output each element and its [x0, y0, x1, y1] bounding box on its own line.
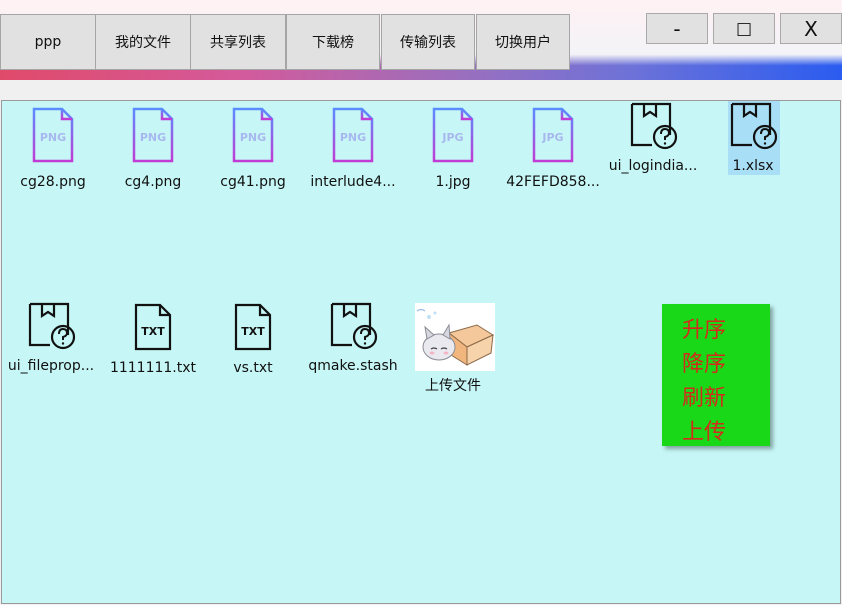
file-item[interactable]: qmake.stash — [306, 301, 400, 375]
svg-text:JPG: JPG — [541, 131, 563, 144]
file-name: cg28.png — [20, 174, 86, 190]
file-item-selected[interactable]: 1.xlsx — [706, 101, 800, 175]
minimize-button[interactable]: - — [646, 13, 708, 44]
maximize-button[interactable]: □ — [713, 13, 775, 44]
jpg-file-icon: JPG — [506, 105, 600, 169]
jpg-file-icon: JPG — [406, 105, 500, 169]
file-name: ui_fileprop... — [7, 358, 95, 374]
svg-text:PNG: PNG — [40, 131, 66, 144]
file-item[interactable]: PNG interlude4... — [306, 105, 400, 191]
svg-text:PNG: PNG — [240, 131, 266, 144]
txt-file-icon: TXT — [106, 301, 200, 355]
unknown-file-icon — [306, 301, 400, 353]
shared-list-button[interactable]: 共享列表 — [190, 14, 286, 70]
png-file-icon: PNG — [206, 105, 300, 169]
svg-text:JPG: JPG — [441, 131, 463, 144]
upload-thumbnail-image[interactable] — [415, 303, 495, 371]
file-name: 42FEFD858... — [506, 174, 600, 190]
unknown-file-icon — [4, 301, 98, 353]
upload-option[interactable]: 上传 — [682, 414, 726, 446]
file-name: interlude4... — [310, 174, 396, 190]
close-button[interactable]: X — [780, 13, 842, 44]
refresh-option[interactable]: 刷新 — [682, 380, 726, 412]
file-name: cg4.png — [124, 174, 182, 190]
txt-file-icon: TXT — [206, 301, 300, 355]
file-item[interactable]: TXT 1111111.txt — [106, 301, 200, 377]
svg-text:PNG: PNG — [140, 131, 166, 144]
file-item[interactable]: ui_logindia... — [606, 101, 700, 175]
download-rank-button[interactable]: 下载榜 — [286, 14, 380, 70]
svg-text:TXT: TXT — [241, 325, 265, 338]
file-item[interactable]: JPG 42FEFD858... — [506, 105, 600, 191]
file-item[interactable]: PNG cg41.png — [206, 105, 300, 191]
unknown-file-icon — [606, 101, 700, 153]
my-files-button[interactable]: 我的文件 — [95, 14, 191, 70]
sort-context-menu: 升序 降序 刷新 上传 — [662, 304, 770, 446]
png-file-icon: PNG — [306, 105, 400, 169]
user-button[interactable]: ppp — [0, 14, 96, 70]
sort-descending-option[interactable]: 降序 — [682, 346, 726, 378]
png-file-icon: PNG — [6, 105, 100, 169]
svg-text:TXT: TXT — [141, 325, 165, 338]
file-name: qmake.stash — [308, 358, 398, 374]
png-file-icon: PNG — [106, 105, 200, 169]
file-name: 1.jpg — [435, 174, 471, 190]
file-item[interactable]: TXT vs.txt — [206, 301, 300, 377]
svg-text:PNG: PNG — [340, 131, 366, 144]
file-name: ui_logindia... — [608, 158, 698, 174]
switch-user-button[interactable]: 切换用户 — [476, 14, 570, 70]
file-item[interactable]: JPG 1.jpg — [406, 105, 500, 191]
file-name: vs.txt — [233, 360, 273, 376]
file-item[interactable]: PNG cg28.png — [6, 105, 100, 191]
file-name: 1.xlsx — [732, 158, 774, 174]
file-name: cg41.png — [220, 174, 286, 190]
sort-ascending-option[interactable]: 升序 — [682, 312, 726, 344]
file-name: 1111111.txt — [109, 360, 197, 376]
file-item[interactable]: PNG cg4.png — [106, 105, 200, 191]
upload-file-label[interactable]: 上传文件 — [406, 375, 500, 395]
transfer-list-button[interactable]: 传输列表 — [381, 14, 475, 70]
file-item[interactable]: ui_fileprop... — [4, 301, 98, 375]
unknown-file-icon — [706, 101, 800, 153]
